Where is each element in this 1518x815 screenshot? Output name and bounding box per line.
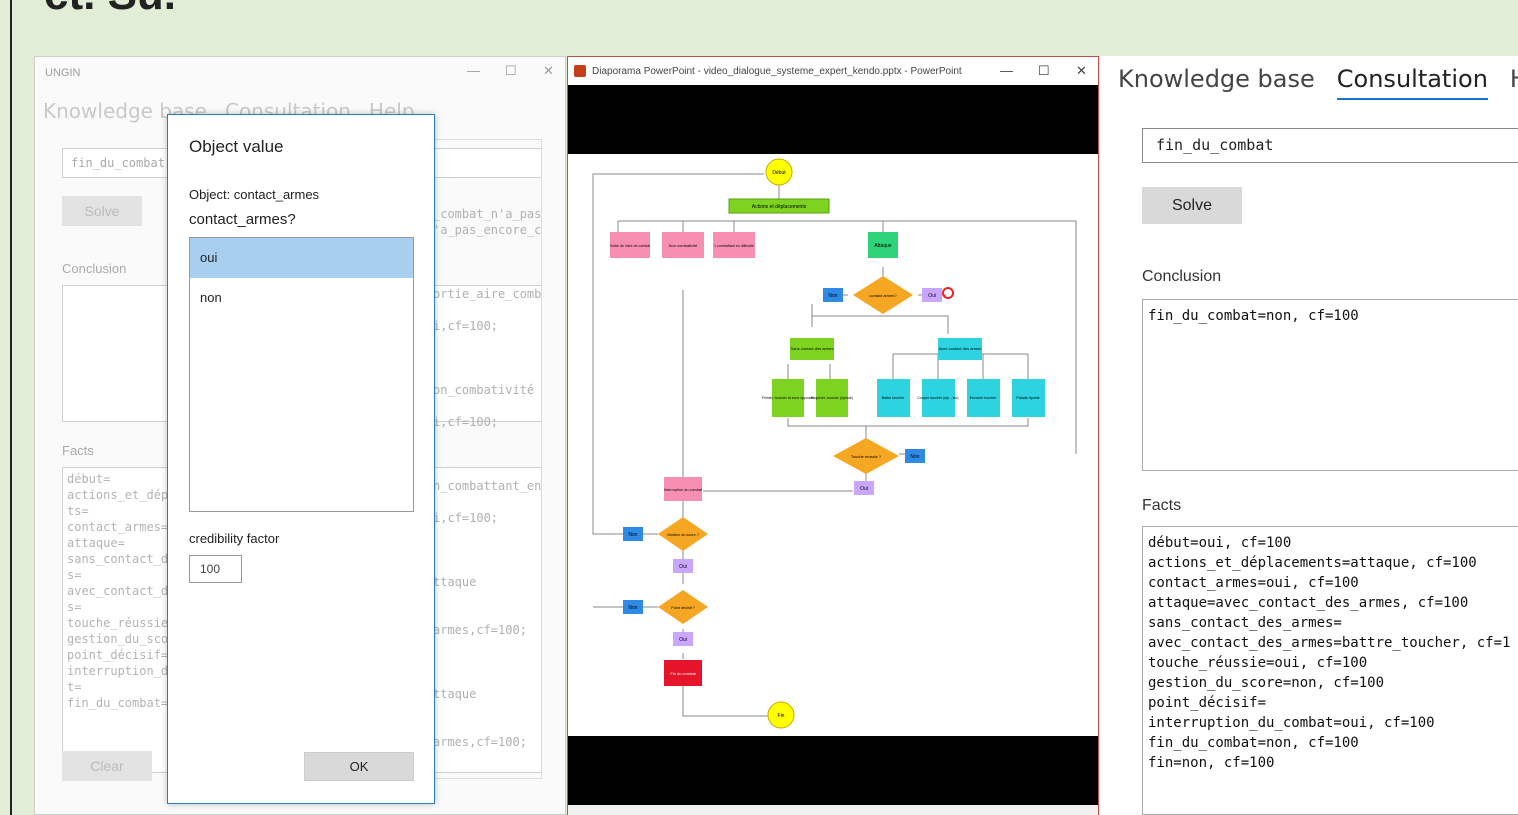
ungin-titlebar: UNGIN — ☐ ✕ — [35, 57, 565, 87]
rule-fragment: 'a_pas_encore_c — [433, 223, 542, 237]
flow-feinter-label: Feinter, toucher la zone opposée — [762, 396, 814, 400]
flow-oui-label: Oui — [679, 564, 687, 570]
flowchart-slide: Début Actions et déplacements Sortie de … — [568, 154, 1098, 736]
rule-fragment: armes,cf=100; — [433, 735, 527, 749]
flow-oui-label: Oui — [860, 486, 868, 492]
powerpoint-titlebar: Diaporama PowerPoint - video_dialogue_sy… — [568, 57, 1098, 85]
menu-help[interactable]: Hel — [1510, 65, 1518, 93]
powerpoint-window: Diaporama PowerPoint - video_dialogue_sy… — [567, 56, 1099, 815]
option-non[interactable]: non — [190, 278, 413, 318]
rule-fragment: i,cf=100; — [433, 511, 499, 525]
flow-sortie-label: Sortie de l'aire de combat — [610, 244, 651, 248]
facts-label: Facts — [62, 443, 94, 458]
clear-button[interactable]: Clear — [62, 751, 152, 781]
flow-enrouler-label: Enrouler toucher — [970, 396, 997, 400]
consultation-zoom-panel: Knowledge base Consultation Hel fin_du_com… — [1100, 56, 1518, 815]
rule-fragment: i,cf=100; — [433, 319, 499, 333]
flow-parade-label: Parade riposte — [1016, 396, 1039, 400]
maximize-icon[interactable]: ☐ — [505, 63, 517, 79]
rule-fragment: armes,cf=100; — [433, 623, 527, 637]
powerpoint-icon — [574, 65, 586, 77]
flow-difficulte-label: 1 combattant en difficulté — [714, 244, 754, 248]
minimize-icon[interactable]: — — [467, 63, 480, 78]
flowchart: Début Actions et déplacements Sortie de … — [592, 158, 1077, 729]
flow-actions-label: Actions et déplacements — [752, 204, 807, 210]
close-icon[interactable]: ✕ — [1076, 63, 1087, 79]
maximize-icon[interactable]: ☐ — [1038, 63, 1050, 79]
rule-fragment: i,cf=100; — [433, 415, 499, 429]
dialog-question: contact_armes? — [189, 211, 296, 228]
flow-avec-contact-label: Avec contact des armes — [939, 346, 982, 351]
flow-gestion-label: Gestion du score ? — [667, 533, 699, 537]
menu-knowledge-base[interactable]: Knowledge base — [1118, 65, 1315, 93]
zoom-menu: Knowledge base Consultation Hel — [1118, 65, 1518, 100]
rule-fragment: ttaque — [433, 575, 477, 589]
menu-consultation[interactable]: Consultation — [1336, 65, 1488, 100]
ungin-window-title: UNGIN — [45, 67, 81, 79]
slide-top-black-band — [568, 85, 1098, 154]
flow-non-label: Non — [628, 532, 637, 538]
conclusion-label: Conclusion — [1142, 268, 1222, 285]
flow-debut-label: Début — [772, 170, 786, 176]
minimize-icon[interactable]: — — [1000, 63, 1013, 78]
flow-attaque-label: Attaque — [874, 243, 891, 249]
rule-fragment: ttaque — [433, 687, 477, 701]
flow-touche-label: Touche réussie ? — [851, 454, 882, 459]
flow-non-combativite-label: Non combativité — [669, 243, 698, 248]
flow-esquiver-label: Esquiver, toucher (riposte) — [811, 396, 853, 400]
rule-fragment: ortie_aire_comb — [433, 287, 542, 301]
object-value-dialog: Object value Object: contact_armes conta… — [167, 114, 435, 804]
flow-fin-label: Fin — [778, 713, 785, 719]
solve-button[interactable]: Solve — [1142, 187, 1242, 224]
credibility-factor-label: credibility factor — [189, 531, 280, 546]
flow-point-label: Point décisif ? — [671, 606, 695, 610]
dialog-object-line: Object: contact_armes — [189, 187, 320, 202]
dialog-title: Object value — [189, 137, 284, 156]
close-icon[interactable]: ✕ — [543, 63, 554, 79]
facts-box[interactable]: début=oui, cf=100 actions_et_déplacement… — [1142, 526, 1518, 815]
flow-battre-label: Battre toucher — [882, 396, 905, 400]
flow-fin-combat-label: Fin du combat — [670, 671, 696, 676]
flow-oui-label: Oui — [679, 637, 687, 643]
slide-title-fragment: ct. Su. — [44, 0, 176, 20]
slide-bottom-black-band — [568, 736, 1098, 805]
credibility-factor-input[interactable]: 100 — [189, 555, 242, 583]
value-listbox[interactable]: oui non — [189, 237, 414, 512]
goal-input[interactable]: fin_du_combat — [1142, 128, 1518, 163]
solve-button[interactable]: Solve — [62, 196, 142, 226]
rule-fragment: _combat_n'a_pas — [433, 207, 542, 221]
rule-fragment: n_combattant_en — [433, 479, 542, 493]
option-oui[interactable]: oui — [190, 238, 413, 278]
conclusion-box[interactable]: fin_du_combat=non, cf=100 — [1142, 299, 1518, 471]
cursor-highlight-icon — [942, 287, 954, 299]
flow-contact-armes-label: contact armes? — [869, 293, 897, 298]
conclusion-label: Conclusion — [62, 261, 127, 276]
rule-fragment: on_combativité — [433, 383, 535, 397]
flow-couper-label: Couper toucher (sip→tac) — [917, 396, 958, 400]
flow-non-label: Non — [828, 293, 837, 299]
slide-left-border — [0, 0, 12, 815]
powerpoint-statusbar — [568, 805, 1098, 815]
flow-sans-contact-label: Sans contact des armes — [791, 346, 834, 351]
flow-non-label: Non — [628, 605, 637, 611]
facts-label: Facts — [1142, 497, 1182, 514]
flow-non-label: Non — [910, 454, 919, 460]
powerpoint-title: Diaporama PowerPoint - video_dialogue_sy… — [592, 66, 962, 77]
flow-interruption-label: Interruption du combat — [664, 488, 703, 492]
flow-oui-label: Oui — [928, 293, 936, 299]
ok-button[interactable]: OK — [304, 752, 414, 781]
